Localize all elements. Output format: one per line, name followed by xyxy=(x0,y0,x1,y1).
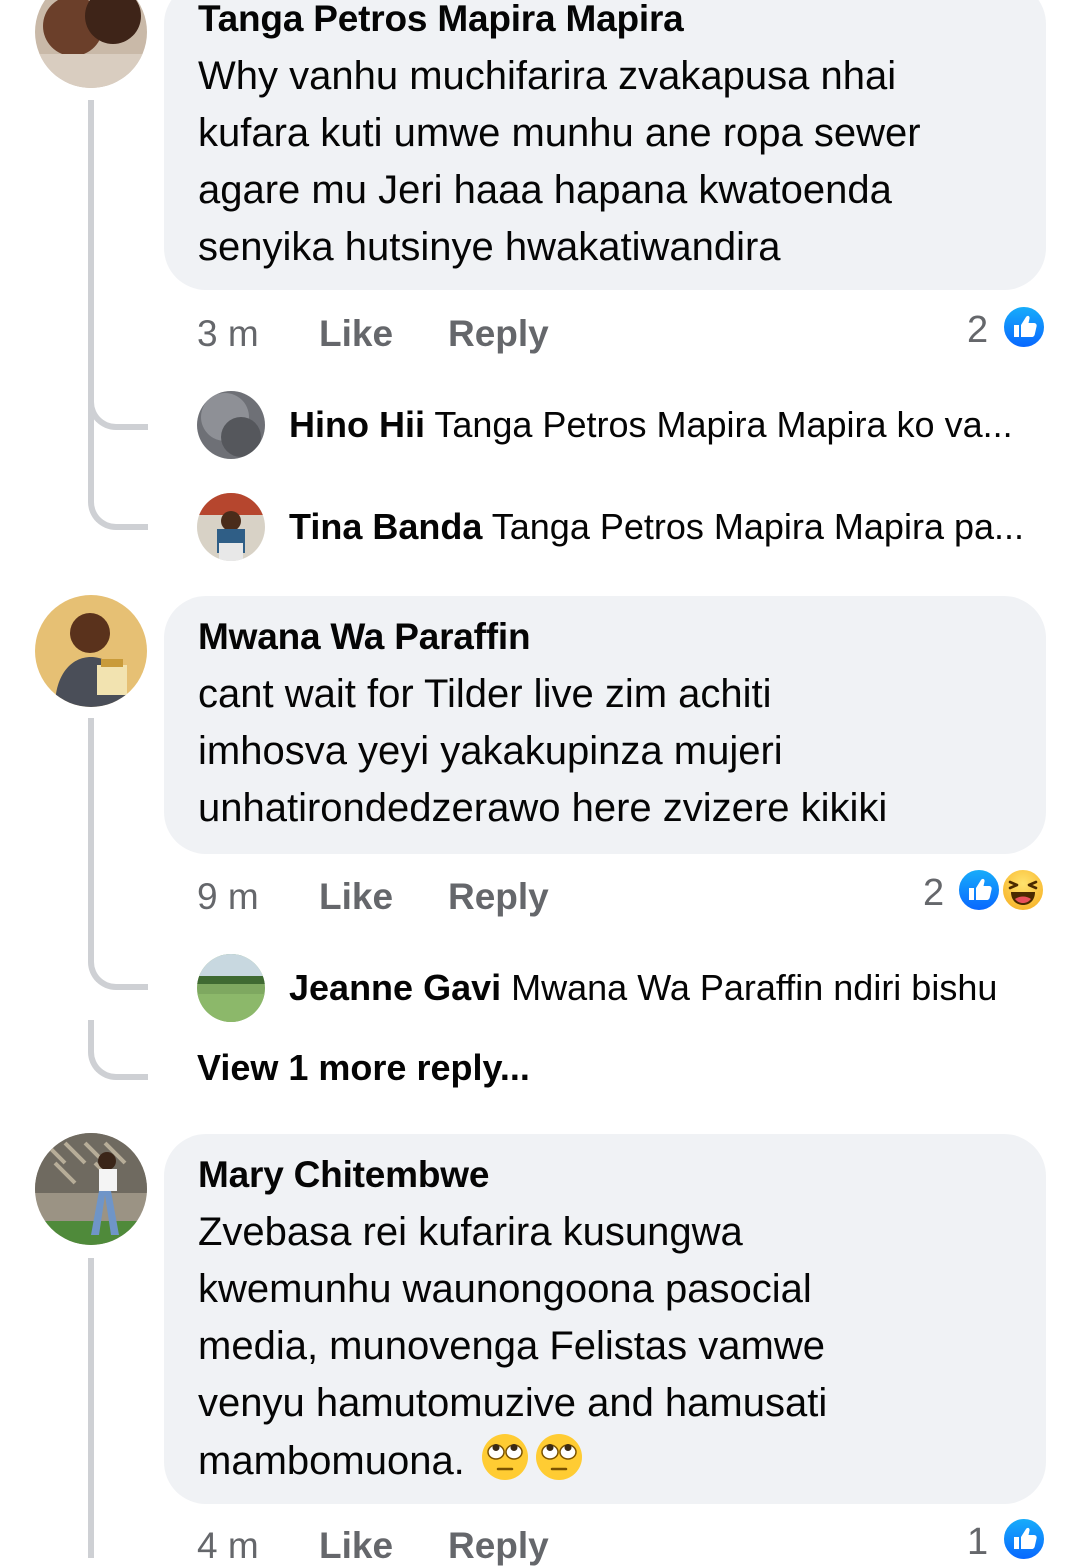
reply-preview: Mwana Wa Paraffin ndiri bishu xyxy=(511,967,998,1008)
reaction-count[interactable]: 2 xyxy=(923,873,944,913)
comment-bubble: Mary Chitembwe Zvebasa rei kufarira kusu… xyxy=(164,1134,1046,1504)
reply-branch xyxy=(88,940,148,990)
comment-time: 4 m xyxy=(197,1525,259,1566)
reply-branch xyxy=(88,1020,148,1080)
avatar[interactable] xyxy=(197,493,265,561)
like-icon[interactable] xyxy=(1002,305,1046,349)
comment-author[interactable]: Mary Chitembwe xyxy=(198,1154,1012,1196)
reply-branch xyxy=(88,380,148,430)
eye-roll-emoji xyxy=(534,1432,584,1482)
like-icon[interactable] xyxy=(1002,1517,1046,1561)
reply-author[interactable]: Tina Banda xyxy=(289,506,482,547)
thread-line xyxy=(88,1258,94,1558)
reply-item[interactable]: Tina Banda Tanga Petros Mapira Mapira pa… xyxy=(197,493,1024,561)
haha-icon[interactable] xyxy=(1001,868,1045,912)
comment-text: Why vanhu muchifarira zvakapusa nhai kuf… xyxy=(198,54,921,269)
like-icon[interactable] xyxy=(957,868,1001,912)
view-more-replies-link[interactable]: View 1 more reply... xyxy=(197,1048,530,1088)
comment-text: cant wait for Tilder live zim achiti imh… xyxy=(198,672,888,830)
avatar[interactable] xyxy=(35,0,147,88)
reaction-count[interactable]: 1 xyxy=(967,1522,988,1562)
reply-button[interactable]: Reply xyxy=(448,314,549,354)
avatar[interactable] xyxy=(35,595,147,707)
comment-author[interactable]: Tanga Petros Mapira Mapira xyxy=(198,0,1012,40)
reply-item[interactable]: Hino Hii Tanga Petros Mapira Mapira ko v… xyxy=(197,391,1013,459)
thread-line xyxy=(88,100,94,500)
eye-roll-emoji xyxy=(480,1432,530,1482)
reply-branch xyxy=(88,480,148,530)
like-button[interactable]: Like xyxy=(319,1526,393,1566)
comment-bubble: Mwana Wa Paraffin cant wait for Tilder l… xyxy=(164,596,1046,854)
avatar[interactable] xyxy=(197,954,265,1022)
reply-author[interactable]: Jeanne Gavi xyxy=(289,967,501,1008)
reply-button[interactable]: Reply xyxy=(448,877,549,917)
reply-item[interactable]: Jeanne Gavi Mwana Wa Paraffin ndiri bish… xyxy=(197,954,997,1022)
reply-preview: Tanga Petros Mapira Mapira pa... xyxy=(491,506,1025,547)
comment-text: Zvebasa rei kufarira kusungwa kwemunhu w… xyxy=(198,1210,828,1483)
reply-button[interactable]: Reply xyxy=(448,1526,549,1566)
like-button[interactable]: Like xyxy=(319,314,393,354)
thread-line xyxy=(88,718,94,958)
comment-bubble: Tanga Petros Mapira Mapira Why vanhu muc… xyxy=(164,0,1046,290)
like-button[interactable]: Like xyxy=(319,877,393,917)
comment-author[interactable]: Mwana Wa Paraffin xyxy=(198,616,1012,658)
avatar[interactable] xyxy=(35,1133,147,1245)
reaction-count[interactable]: 2 xyxy=(967,310,988,350)
comment-time: 3 m xyxy=(197,313,259,354)
avatar[interactable] xyxy=(197,391,265,459)
reply-preview: Tanga Petros Mapira Mapira ko va... xyxy=(434,404,1013,445)
comment-time: 9 m xyxy=(197,876,259,917)
reply-author[interactable]: Hino Hii xyxy=(289,404,425,445)
